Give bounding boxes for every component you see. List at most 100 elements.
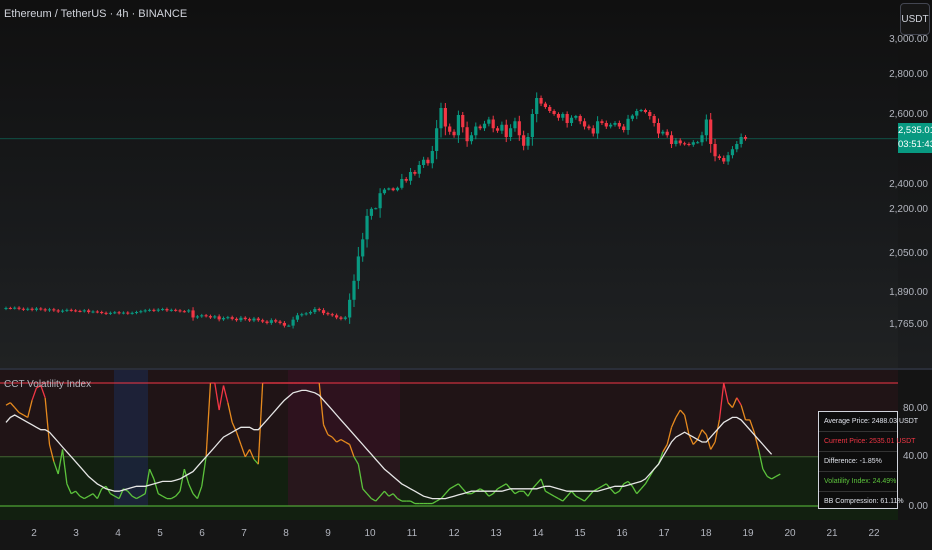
candle (113, 311, 117, 315)
candle (356, 246, 360, 290)
time-tick-label: 4 (115, 528, 121, 539)
candle (117, 310, 121, 315)
candle (343, 315, 347, 321)
last-price: 2,535.01 (898, 125, 932, 136)
candle (369, 207, 373, 220)
candle (617, 120, 621, 129)
candle (4, 306, 8, 311)
candle (52, 307, 56, 312)
candle (417, 160, 421, 178)
candle (535, 92, 539, 123)
candle (700, 131, 704, 146)
candle (456, 110, 460, 143)
candle (8, 306, 12, 310)
time-tick-label: 12 (448, 528, 460, 539)
time-tick-label: 8 (283, 528, 289, 539)
volatility-index-row: Volatility Index: 24.49% (819, 472, 897, 492)
candle (430, 145, 434, 169)
candle (169, 308, 173, 312)
countdown-timer: 03:51:43 (898, 139, 932, 150)
candle (678, 138, 682, 146)
candle (248, 317, 252, 322)
candle (591, 125, 595, 137)
candle (143, 309, 147, 313)
candle (191, 307, 195, 321)
candle (26, 307, 30, 311)
indicator-scale-label: 80.00 (902, 403, 928, 414)
candle (213, 314, 217, 319)
candle (152, 308, 156, 313)
candle (43, 307, 47, 312)
candle (565, 111, 569, 128)
candle (243, 316, 247, 321)
last-price-tag: 2,535.01 03:51:43 (898, 123, 932, 153)
candle (330, 312, 334, 317)
candle (382, 188, 387, 195)
candle (74, 309, 78, 313)
candle (47, 307, 52, 312)
candle (669, 131, 674, 149)
candle (696, 140, 700, 144)
candle (34, 307, 39, 312)
candle (291, 316, 295, 329)
candle (378, 188, 382, 218)
candle (252, 316, 256, 323)
candle (161, 307, 165, 311)
candle (574, 114, 578, 120)
price-scale[interactable]: 3,000.00 2,800.00 2,600.00 2,400.00 2,20… (889, 0, 932, 368)
candle (365, 209, 369, 248)
main-chart-pane[interactable]: Ethereum / TetherUS · 4h · BINANCE (0, 0, 898, 368)
time-tick-label: 7 (241, 528, 247, 539)
candle (648, 110, 652, 120)
candle (526, 132, 530, 150)
time-tick-label: 11 (406, 528, 418, 539)
candle (643, 108, 648, 114)
candle (374, 207, 378, 210)
candle (82, 309, 86, 313)
indicator-title: CCT Volatility Index (4, 379, 92, 390)
time-tick-label: 17 (658, 528, 670, 539)
price-label: 2,200.00 (889, 204, 928, 215)
time-tick-label: 15 (574, 528, 586, 539)
candle (156, 308, 160, 313)
candle (687, 142, 691, 147)
time-axis[interactable]: 2 3 4 5 6 7 8 9 10 11 12 13 14 15 16 17 … (0, 520, 932, 550)
time-tick-label: 13 (490, 528, 502, 539)
time-tick-label: 6 (199, 528, 205, 539)
candle (121, 311, 126, 315)
indicator-pane[interactable]: CCT Volatility Index (0, 370, 898, 520)
candle (674, 138, 678, 147)
candle (60, 309, 65, 313)
candle (274, 318, 278, 324)
candle (596, 116, 600, 139)
candle (552, 109, 556, 116)
volatility-chart[interactable] (0, 370, 898, 520)
candle (165, 307, 169, 312)
price-chart[interactable] (0, 0, 898, 368)
average-price-row: Average Price: 2488.03 USDT (819, 412, 918, 432)
candle (30, 307, 34, 312)
candle (400, 173, 404, 190)
candle (391, 187, 395, 192)
candle (461, 111, 465, 133)
candle (713, 138, 717, 162)
candle (139, 309, 143, 314)
candle (469, 132, 474, 145)
candle (556, 112, 561, 121)
price-label: 1,890.00 (889, 287, 928, 298)
candle (474, 122, 478, 140)
candle (269, 318, 273, 325)
difference-row: Difference: -1.85% (819, 452, 897, 472)
candle (661, 129, 665, 136)
candle (278, 320, 282, 325)
candle (495, 126, 500, 133)
candle (408, 167, 413, 185)
candle (709, 113, 713, 153)
candle (569, 115, 574, 126)
candle (352, 274, 356, 308)
candle (208, 314, 213, 319)
indicator-info-table: Average Price: 2488.03 USDT Current Pric… (818, 411, 918, 509)
candle (13, 306, 17, 310)
candle (522, 130, 526, 151)
currency-button[interactable]: USDT (900, 3, 930, 35)
